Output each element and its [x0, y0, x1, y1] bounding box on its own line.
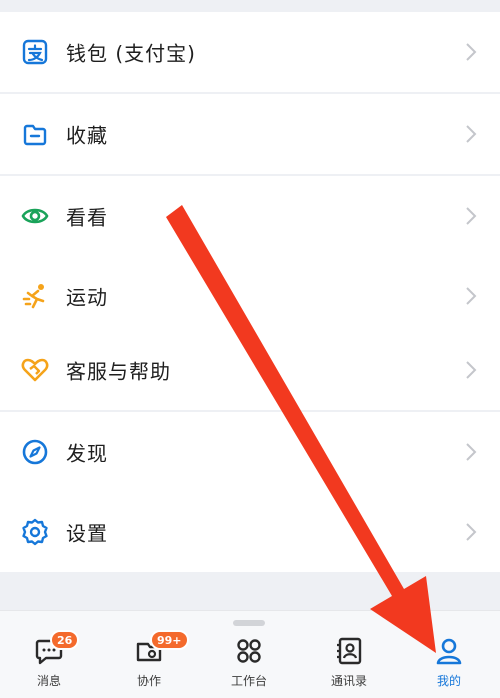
heart-handshake-icon	[20, 355, 50, 385]
person-icon	[434, 636, 464, 666]
menu-item-help[interactable]: 客服与帮助	[0, 330, 500, 410]
menu-group-favorites: 收藏	[0, 94, 500, 174]
tab-messages[interactable]: 26 消息	[4, 628, 94, 698]
tab-label: 我的	[436, 674, 461, 688]
chevron-right-icon	[466, 287, 477, 305]
menu-item-wallet[interactable]: 钱包 (支付宝)	[0, 12, 500, 92]
menu-item-label: 设置	[66, 521, 108, 546]
menu-item-sport[interactable]: 运动	[0, 256, 500, 336]
running-icon	[20, 281, 50, 311]
menu-group-wallet: 钱包 (支付宝)	[0, 12, 500, 92]
chevron-right-icon	[466, 523, 477, 541]
menu-item-label: 发现	[66, 441, 108, 466]
collaboration-icon: 99+	[134, 630, 189, 666]
contacts-icon	[334, 636, 364, 666]
unread-badge: 99+	[150, 630, 189, 650]
menu-item-label: 运动	[66, 285, 108, 310]
menu-item-look[interactable]: 看看	[0, 176, 500, 256]
menu-item-label: 客服与帮助	[66, 359, 171, 384]
tab-label: 通讯录	[330, 674, 367, 688]
message-icon: 26	[34, 630, 80, 666]
chevron-right-icon	[466, 125, 477, 143]
tab-collaboration[interactable]: 99+ 协作	[104, 628, 194, 698]
tab-me[interactable]: 我的	[404, 628, 494, 698]
menu-group-settings: 设置	[0, 492, 500, 572]
unread-badge: 26	[50, 630, 80, 650]
tab-contacts[interactable]: 通讯录	[304, 628, 394, 698]
drag-handle[interactable]	[233, 620, 265, 626]
grid-icon	[234, 636, 264, 666]
menu-group-moments: 看看 运动	[0, 176, 500, 336]
tab-workbench[interactable]: 工作台	[204, 628, 294, 698]
menu-item-settings[interactable]: 设置	[0, 492, 500, 572]
menu-group-discover: 发现	[0, 412, 500, 492]
menu-group-help: 客服与帮助	[0, 330, 500, 410]
compass-icon	[20, 437, 50, 467]
eye-icon	[20, 201, 50, 231]
chevron-right-icon	[466, 43, 477, 61]
folder-icon	[20, 119, 50, 149]
tab-label: 协作	[136, 674, 161, 688]
tab-label: 消息	[36, 674, 61, 688]
menu-item-label: 收藏	[66, 123, 108, 148]
menu-item-label: 看看	[66, 205, 108, 230]
alipay-wallet-icon	[20, 37, 50, 67]
menu-item-favorites[interactable]: 收藏	[0, 94, 500, 174]
chevron-right-icon	[466, 207, 477, 225]
chevron-right-icon	[466, 361, 477, 379]
tab-label: 工作台	[230, 674, 267, 688]
menu-item-label: 钱包 (支付宝)	[66, 41, 196, 66]
gear-icon	[20, 517, 50, 547]
chevron-right-icon	[466, 443, 477, 461]
menu-item-discover[interactable]: 发现	[0, 412, 500, 492]
